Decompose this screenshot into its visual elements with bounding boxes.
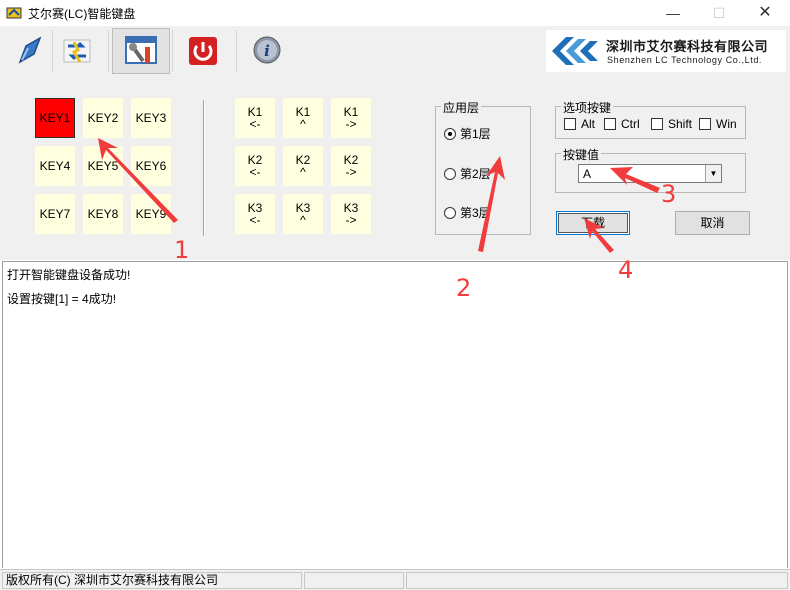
company-logo: 深圳市艾尔赛科技有限公司 Shenzhen LC Technology Co.,… bbox=[546, 30, 786, 72]
status-pane-3 bbox=[406, 572, 788, 589]
knob-3-press[interactable]: K3 ^ bbox=[283, 194, 323, 234]
power-button[interactable] bbox=[174, 28, 232, 74]
key-button-2[interactable]: KEY2 bbox=[83, 98, 123, 138]
ctrl-checkbox[interactable]: Ctrl bbox=[604, 117, 640, 131]
power-icon bbox=[189, 37, 217, 65]
alt-checkbox[interactable]: Alt bbox=[564, 117, 595, 131]
close-button[interactable]: ✕ bbox=[742, 0, 788, 26]
log-output[interactable]: 打开智能键盘设备成功! 设置按键[1] = 4成功! bbox=[2, 261, 788, 568]
shift-checkbox[interactable]: Shift bbox=[651, 117, 692, 131]
layer-radio-1[interactable]: 第1层 bbox=[444, 125, 491, 142]
log-line: 打开智能键盘设备成功! bbox=[7, 268, 131, 282]
svg-text:i: i bbox=[264, 42, 270, 60]
knob-2-press[interactable]: K2 ^ bbox=[283, 146, 323, 186]
cancel-button[interactable]: 取消 bbox=[675, 211, 750, 235]
annotation-4: 4 bbox=[618, 256, 634, 284]
annotation-2: 2 bbox=[456, 274, 472, 302]
knob-2-left[interactable]: K2 <- bbox=[235, 146, 275, 186]
annotation-1: 1 bbox=[174, 236, 190, 264]
divider bbox=[203, 100, 205, 236]
info-icon: i bbox=[253, 36, 281, 64]
app-icon bbox=[6, 7, 22, 19]
key-button-8[interactable]: KEY8 bbox=[83, 194, 123, 234]
modifier-group-label: 选项按键 bbox=[561, 99, 614, 116]
knob-1-right[interactable]: K1 -> bbox=[331, 98, 371, 138]
exchange-icon bbox=[63, 39, 91, 63]
status-pane-2 bbox=[304, 572, 404, 589]
layer-radio-3[interactable]: 第3层 bbox=[444, 204, 491, 221]
layer-group-label: 应用层 bbox=[441, 99, 482, 116]
logo-company-en: Shenzhen LC Technology Co.,Ltd. bbox=[607, 55, 763, 65]
key-value-selected: A bbox=[583, 167, 592, 181]
knob-1-press[interactable]: K1 ^ bbox=[283, 98, 323, 138]
connect-icon bbox=[18, 36, 42, 64]
key-value-group-label: 按键值 bbox=[561, 146, 602, 163]
key-button-3[interactable]: KEY3 bbox=[131, 98, 171, 138]
minimize-button[interactable]: — bbox=[650, 0, 696, 26]
download-button[interactable]: 下载 bbox=[556, 211, 630, 235]
settings-button[interactable] bbox=[112, 28, 170, 74]
knob-3-left[interactable]: K3 <- bbox=[235, 194, 275, 234]
knob-2-right[interactable]: K2 -> bbox=[331, 146, 371, 186]
info-button[interactable]: i bbox=[238, 28, 296, 74]
maximize-button[interactable]: ☐ bbox=[696, 0, 742, 26]
win-checkbox[interactable]: Win bbox=[699, 117, 737, 131]
radio-dot bbox=[444, 167, 456, 180]
key-button-6[interactable]: KEY6 bbox=[131, 146, 171, 186]
status-bar: 版权所有(C) 深圳市艾尔赛科技有限公司 bbox=[0, 569, 790, 590]
key-button-7[interactable]: KEY7 bbox=[35, 194, 75, 234]
radio-dot bbox=[444, 206, 456, 219]
key-button-1[interactable]: KEY1 bbox=[35, 98, 75, 138]
log-line: 设置按键[1] = 4成功! bbox=[7, 292, 117, 306]
layer-radio-2[interactable]: 第2层 bbox=[444, 165, 491, 182]
key-button-4[interactable]: KEY4 bbox=[35, 146, 75, 186]
exchange-button[interactable] bbox=[48, 28, 106, 74]
key-button-5[interactable]: KEY5 bbox=[83, 146, 123, 186]
chevron-down-icon[interactable]: ▼ bbox=[705, 165, 721, 182]
title-bar: 艾尔赛(LC)智能键盘 — ☐ ✕ bbox=[0, 0, 790, 26]
status-copyright: 版权所有(C) 深圳市艾尔赛科技有限公司 bbox=[2, 572, 302, 589]
tools-settings-icon bbox=[125, 36, 157, 64]
radio-dot bbox=[444, 127, 456, 140]
knob-1-left[interactable]: K1 <- bbox=[235, 98, 275, 138]
key-button-9[interactable]: KEY9 bbox=[131, 194, 171, 234]
key-value-select[interactable]: A ▼ bbox=[578, 164, 722, 183]
annotation-3: 3 bbox=[661, 180, 677, 208]
logo-mark-icon bbox=[552, 37, 598, 65]
logo-company-cn: 深圳市艾尔赛科技有限公司 bbox=[606, 39, 769, 54]
knob-3-right[interactable]: K3 -> bbox=[331, 194, 371, 234]
window-title: 艾尔赛(LC)智能键盘 bbox=[28, 7, 136, 21]
